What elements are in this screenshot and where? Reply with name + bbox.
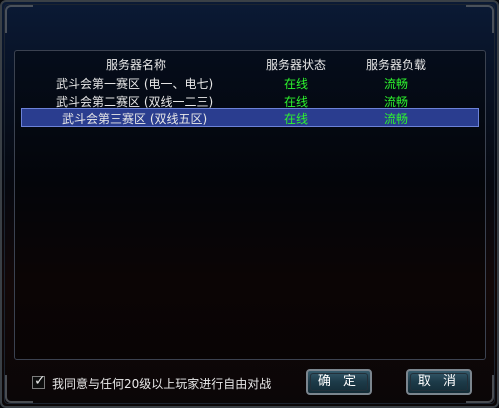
server-status: 在线 <box>284 77 309 91</box>
frame-corner <box>466 5 494 33</box>
column-header-name: 服务器名称 <box>106 58 167 72</box>
server-load: 流畅 <box>384 95 409 109</box>
server-row[interactable]: 武斗会第二赛区 (双线一二三) 在线 流畅 <box>22 92 478 109</box>
server-load: 流畅 <box>384 112 409 126</box>
server-load: 流畅 <box>384 77 409 91</box>
cancel-button[interactable]: 取 消 <box>406 369 472 395</box>
server-row[interactable]: 武斗会第一赛区 (电一、电七) 在线 流畅 <box>22 74 478 91</box>
frame-corner <box>5 375 33 403</box>
agree-checkbox[interactable]: ✓ <box>32 373 46 389</box>
column-header-load: 服务器负载 <box>366 58 427 72</box>
frame-corner <box>5 5 33 33</box>
server-list-header: 服务器名称 服务器状态 服务器负载 <box>14 54 486 72</box>
server-select-dialog: 服务器名称 服务器状态 服务器负载 武斗会第一赛区 (电一、电七) 在线 流畅 … <box>0 0 499 408</box>
server-name: 武斗会第二赛区 (双线一二三) <box>56 95 214 109</box>
confirm-button[interactable]: 确 定 <box>306 369 372 395</box>
server-name: 武斗会第一赛区 (电一、电七) <box>56 77 214 91</box>
server-status: 在线 <box>284 95 309 109</box>
server-name: 武斗会第三赛区 (双线五区) <box>62 112 208 126</box>
server-status: 在线 <box>284 112 309 126</box>
agree-label: 我同意与任何20级以上玩家进行自由对战 <box>52 377 272 391</box>
server-row-selected[interactable]: 武斗会第三赛区 (双线五区) 在线 流畅 <box>21 108 479 127</box>
check-icon: ✓ <box>34 373 46 389</box>
column-header-status: 服务器状态 <box>266 58 327 72</box>
